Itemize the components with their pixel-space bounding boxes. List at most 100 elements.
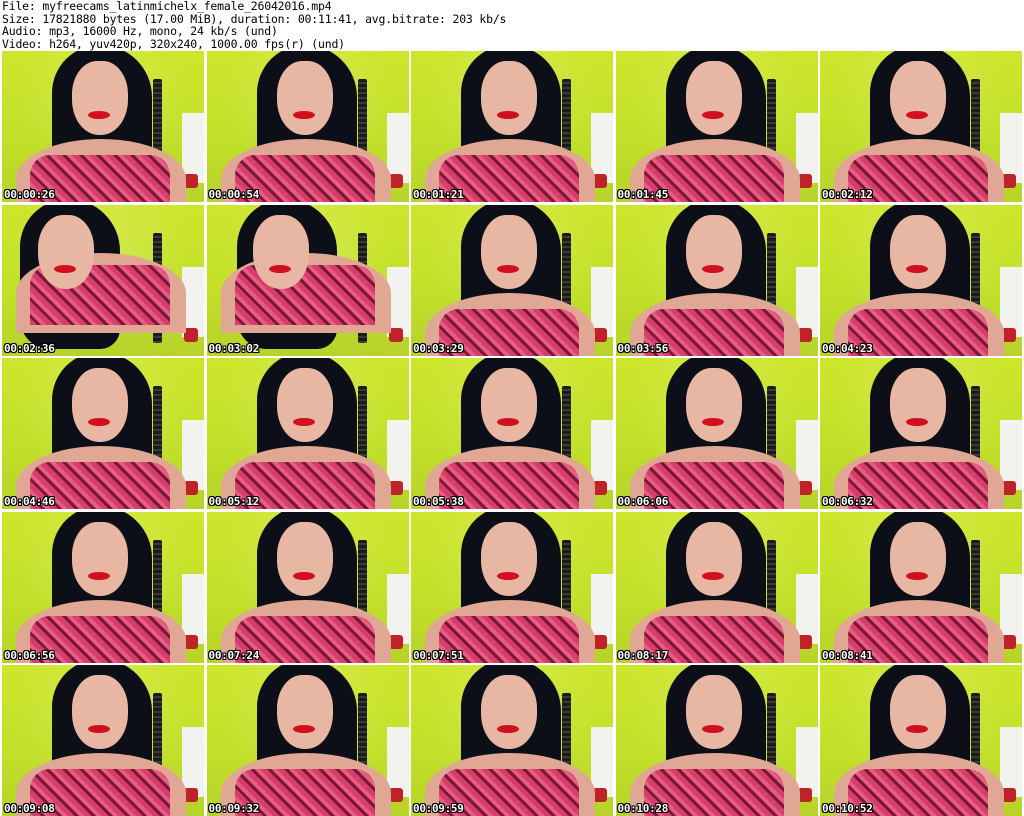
thumbnail-timestamp: 00:03:29 (413, 341, 464, 355)
red-object (593, 788, 607, 802)
thumbnail-timestamp: 00:07:24 (208, 648, 260, 662)
audio-info-line: Audio: mp3, 16000 Hz, mono, 24 kb/s (und… (2, 24, 278, 38)
red-object (1002, 327, 1016, 342)
red-object (1002, 174, 1016, 188)
red-object (1002, 788, 1016, 802)
video-thumbnail: 00:01:21 (411, 51, 613, 202)
lips-shape (497, 725, 519, 733)
thumbnail-timestamp: 00:08:41 (822, 648, 873, 662)
video-thumbnail: 00:03:29 (411, 204, 613, 356)
video-thumbnail: 00:04:23 (820, 204, 1022, 356)
face-shape (276, 61, 333, 135)
lips-shape (88, 418, 110, 426)
red-object (184, 788, 198, 802)
shelf-decoration (182, 727, 204, 797)
thumbnail-timestamp: 00:08:17 (617, 648, 669, 662)
red-object (184, 327, 198, 342)
shelf-decoration (1000, 727, 1022, 797)
thumbnail-timestamp: 00:10:52 (822, 802, 873, 815)
lips-shape (906, 725, 928, 733)
thumbnail-timestamp: 00:06:56 (4, 648, 55, 662)
video-thumbnail: 00:03:56 (615, 204, 818, 356)
lips-shape (906, 111, 928, 119)
red-object (797, 634, 812, 649)
video-thumbnail: 00:10:28 (615, 665, 818, 816)
video-thumbnail: 00:09:08 (2, 665, 204, 816)
thumbnail-timestamp: 00:02:12 (822, 188, 873, 201)
file-name-line: File: myfreecams_latinmichelx_female_260… (2, 0, 332, 13)
video-thumbnail: 00:08:41 (820, 511, 1022, 663)
video-thumbnail: 00:04:46 (2, 358, 204, 509)
thumbnail-timestamp: 00:00:54 (208, 188, 260, 201)
lips-shape (497, 264, 519, 273)
video-thumbnail: 00:06:06 (615, 358, 818, 509)
red-object (1002, 481, 1016, 495)
red-object (797, 327, 812, 342)
video-thumbnail: 00:05:12 (206, 358, 409, 509)
lips-shape (497, 418, 519, 426)
video-thumbnail: 00:08:17 (615, 511, 818, 663)
video-thumbnail: 00:00:54 (206, 51, 409, 202)
face-shape (890, 61, 946, 135)
lips-shape (701, 418, 724, 426)
lips-shape (701, 264, 724, 273)
video-thumbnail: 00:09:59 (411, 665, 613, 816)
video-thumbnail: 00:00:26 (2, 51, 204, 202)
video-thumbnail: 00:07:51 (411, 511, 613, 663)
lips-shape (292, 418, 315, 426)
face-shape (685, 61, 742, 135)
thumbnail-timestamp: 00:04:46 (4, 495, 55, 508)
face-shape (481, 521, 537, 596)
thumbnail-timestamp: 00:01:45 (617, 188, 669, 201)
lips-shape (906, 418, 928, 426)
video-thumbnail: 00:10:52 (820, 665, 1022, 816)
face-shape (890, 214, 946, 289)
thumbnail-timestamp: 00:07:51 (413, 648, 464, 662)
lips-shape (497, 571, 519, 580)
face-shape (685, 214, 742, 289)
lips-shape (497, 111, 519, 119)
video-thumbnail: 00:06:56 (2, 511, 204, 663)
face-shape (890, 675, 946, 749)
shelf-decoration (182, 573, 204, 644)
red-object (797, 788, 812, 802)
lips-shape (906, 571, 928, 580)
face-shape (72, 368, 128, 442)
red-object (593, 327, 607, 342)
face-shape (276, 675, 333, 749)
thumbnail-timestamp: 00:01:21 (413, 188, 464, 201)
red-object (388, 481, 403, 495)
face-shape (38, 214, 94, 289)
face-shape (685, 368, 742, 442)
video-thumbnail: 00:02:36 (2, 204, 204, 356)
thumbnail-timestamp: 00:10:28 (617, 802, 669, 815)
face-shape (685, 675, 742, 749)
lips-shape (88, 111, 110, 119)
video-thumbnail: 00:07:24 (206, 511, 409, 663)
face-shape (276, 368, 333, 442)
lips-shape (292, 111, 315, 119)
video-thumbnail: 00:01:45 (615, 51, 818, 202)
red-object (388, 634, 403, 649)
shelf-decoration (591, 113, 613, 183)
video-thumbnail: 00:06:32 (820, 358, 1022, 509)
thumbnail-timestamp: 00:09:08 (4, 802, 55, 815)
lips-shape (701, 571, 724, 580)
lips-shape (88, 571, 110, 580)
face-shape (252, 214, 309, 289)
thumbnail-timestamp: 00:00:26 (4, 188, 55, 201)
red-object (593, 481, 607, 495)
thumbnail-grid: 00:00:26 00:00:54 00:01:21 00:01:45 00:02:12… (2, 51, 1022, 816)
shelf-decoration (1000, 266, 1022, 337)
face-shape (72, 675, 128, 749)
thumbnail-timestamp: 00:09:32 (208, 802, 260, 815)
video-thumbnail: 00:09:32 (206, 665, 409, 816)
shelf-decoration (591, 420, 613, 490)
red-object (797, 481, 812, 495)
video-thumbnail: 00:03:02 (206, 204, 409, 356)
red-object (388, 788, 403, 802)
video-thumbnail: 00:05:38 (411, 358, 613, 509)
red-object (593, 634, 607, 649)
red-object (184, 174, 198, 188)
face-shape (276, 521, 333, 596)
